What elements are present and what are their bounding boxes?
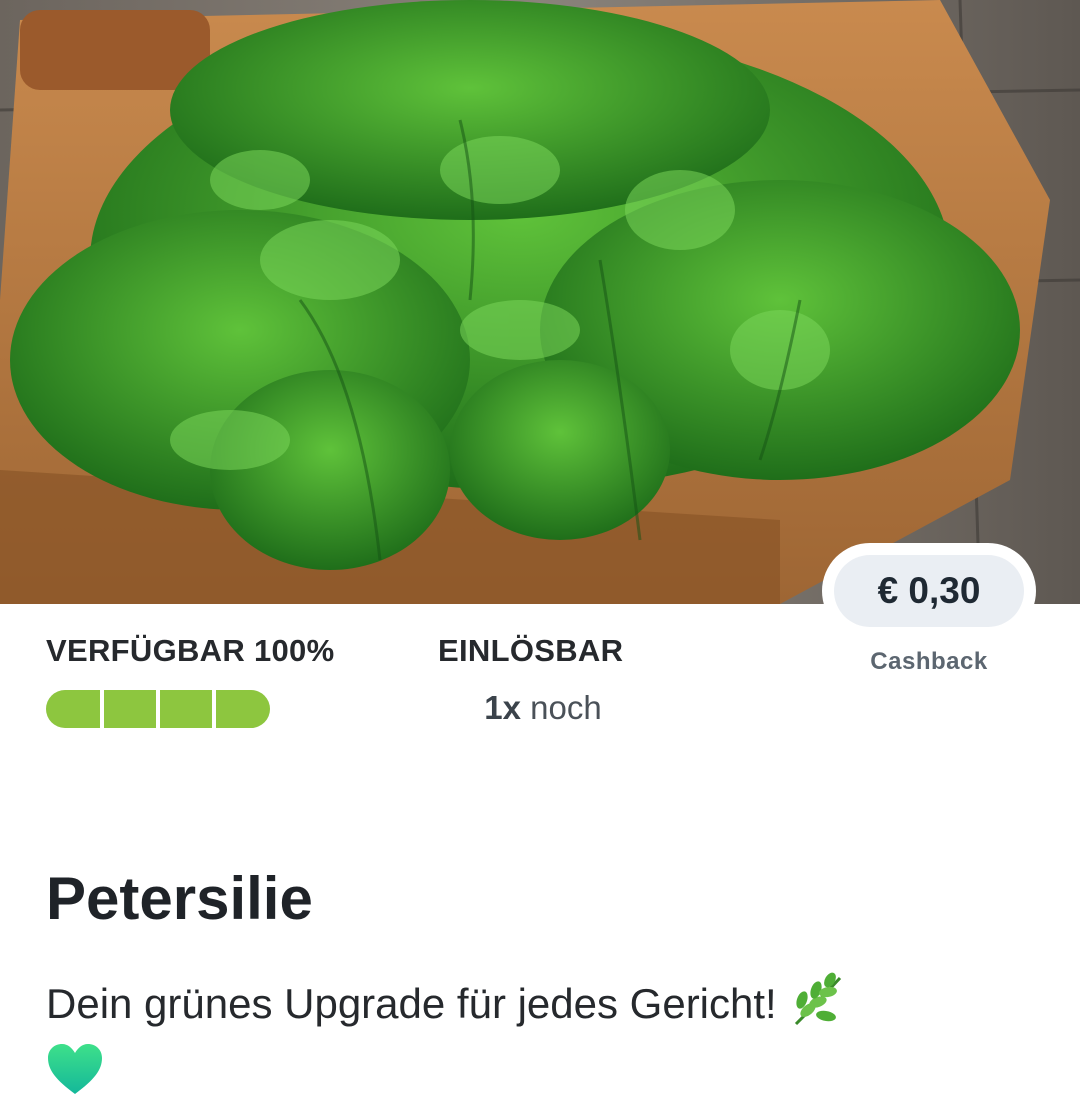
redeemable-count: 1x noch xyxy=(438,689,648,727)
product-image xyxy=(0,0,1080,604)
green-heart-icon xyxy=(46,1042,104,1102)
cashback-label: Cashback xyxy=(870,648,988,675)
availability-label: VERFÜGBAR 100% xyxy=(46,633,335,668)
availability-progress-bar xyxy=(46,690,270,728)
product-description-text: Dein grünes Upgrade für jedes Gericht! xyxy=(46,980,777,1028)
cashback-amount: € 0,30 xyxy=(834,555,1024,627)
progress-segment-divider xyxy=(156,690,160,728)
redeemable-count-value: 1x xyxy=(484,689,521,726)
product-description: Dein grünes Upgrade für jedes Gericht! xyxy=(46,972,1046,1102)
redeemable-count-suffix: noch xyxy=(530,689,602,726)
herb-icon xyxy=(788,972,848,1042)
redeemable-label: EINLÖSBAR xyxy=(438,633,624,668)
progress-segment-divider xyxy=(100,690,104,728)
cashback-badge: € 0,30 xyxy=(822,543,1036,639)
progress-segment-divider xyxy=(212,690,216,728)
product-title: Petersilie xyxy=(46,865,313,932)
